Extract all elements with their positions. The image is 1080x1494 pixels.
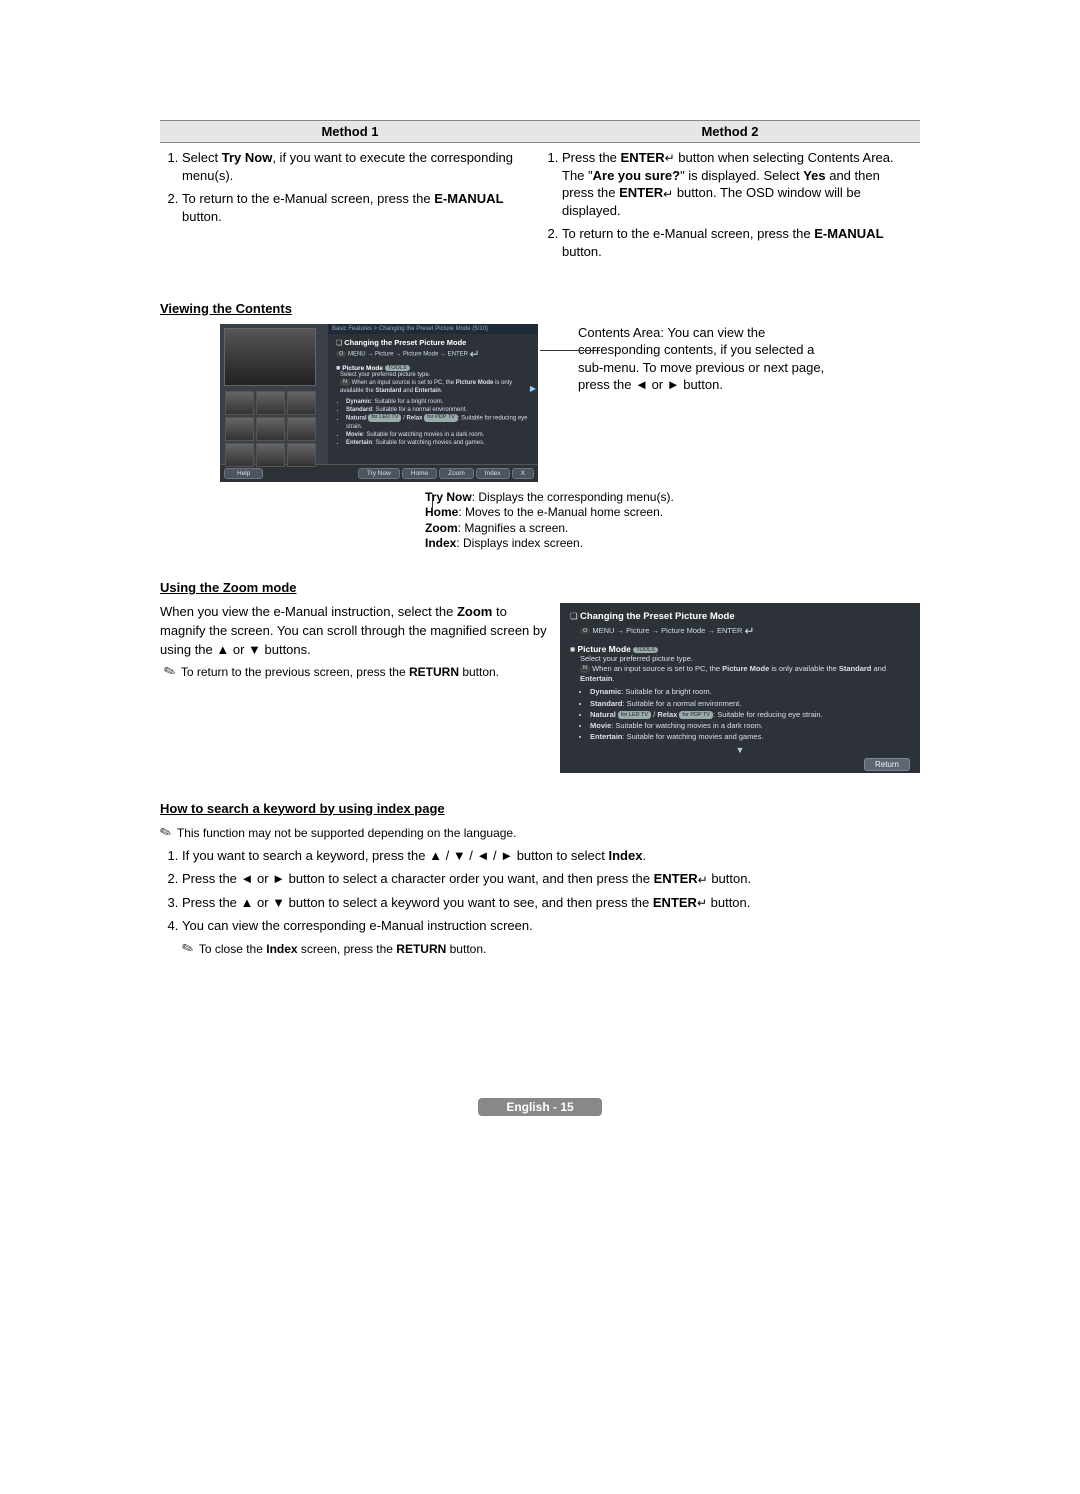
enter-icon: ↵: [663, 186, 673, 202]
method1-step1: Select Try Now, if you want to execute t…: [182, 149, 532, 184]
enter-icon: ↵: [698, 872, 708, 888]
zoom-illustration: ❏ Changing the Preset Picture Mode O MEN…: [560, 603, 920, 773]
index-step4: You can view the corresponding e-Manual …: [182, 917, 920, 957]
tools-badge: TOOLS: [633, 647, 658, 653]
content-bullets: Dynamic: Suitable for a bright room. Sta…: [336, 398, 530, 447]
sidebar-thumb: [287, 443, 316, 467]
method2-header: Method 2: [540, 121, 920, 142]
sidebar-thumb: [287, 391, 316, 415]
zoom-select: Select your preferred picture type.: [580, 654, 910, 664]
sidebar-thumb: [287, 417, 316, 441]
index-step2: Press the ◄ or ► button to select a char…: [182, 870, 920, 888]
close-button[interactable]: X: [512, 468, 534, 479]
note-icon: ✎: [179, 937, 196, 959]
zoom-note-inner: N When an input source is set to PC, the…: [580, 664, 910, 684]
emanual-illustration: Basic Features > Changing the Preset Pic…: [220, 324, 538, 482]
zoom-heading: Using the Zoom mode: [160, 580, 920, 595]
method1-step2: To return to the e-Manual screen, press …: [182, 190, 532, 225]
note-icon: ✎: [157, 822, 174, 842]
content-note: N When an input source is set to PC, the…: [340, 379, 530, 396]
zoom-title: Changing the Preset Picture Mode: [580, 611, 735, 622]
index-support-note: ✎ This function may not be supported dep…: [160, 824, 920, 841]
index-button[interactable]: Index: [476, 468, 510, 479]
zoom-pm: Picture Mode: [578, 644, 631, 654]
breadcrumb: Basic Features > Changing the Preset Pic…: [328, 324, 538, 334]
note-icon: ✎: [161, 662, 178, 682]
sidebar-thumb: [256, 391, 285, 415]
method2-step2: To return to the e-Manual screen, press …: [562, 225, 912, 260]
next-page-arrow-icon[interactable]: ▶: [530, 384, 536, 393]
sidebar-thumb: [225, 417, 254, 441]
home-button[interactable]: Home: [402, 468, 437, 479]
emanual-sidebar: [220, 324, 328, 464]
method2-col: Press the ENTER↵ button when selecting C…: [540, 143, 920, 273]
index-step1: If you want to search a keyword, press t…: [182, 847, 920, 865]
footer-buttons-callout: Try Now: Displays the corresponding menu…: [425, 490, 705, 552]
return-button[interactable]: Return: [864, 758, 910, 771]
picture-mode-title: Picture Mode: [342, 365, 383, 372]
method1-col: Select Try Now, if you want to execute t…: [160, 143, 540, 273]
trynow-button[interactable]: Try Now: [358, 468, 400, 479]
enter-icon: ↵: [697, 895, 707, 911]
tools-badge: TOOLS: [385, 365, 410, 371]
method2-step1: Press the ENTER↵ button when selecting C…: [562, 149, 912, 219]
methods-body: Select Try Now, if you want to execute t…: [160, 143, 920, 273]
zoom-paragraph: When you view the e-Manual instruction, …: [160, 603, 548, 660]
method-header: Method 1 Method 2: [160, 120, 920, 143]
contents-area-callout: Contents Area: You can view the correspo…: [578, 324, 828, 394]
viewing-heading: Viewing the Contents: [160, 301, 920, 316]
sidebar-thumb: [225, 391, 254, 415]
page-number: English - 15: [478, 1098, 601, 1116]
content-title: Changing the Preset Picture Mode: [344, 338, 466, 347]
method1-header: Method 1: [160, 121, 540, 142]
index-heading: How to search a keyword by using index p…: [160, 801, 920, 816]
sidebar-thumb: [225, 443, 254, 467]
enter-icon: ↵: [665, 150, 675, 166]
page-footer: English - 15: [160, 1098, 920, 1116]
index-step3: Press the ▲ or ▼ button to select a keyw…: [182, 894, 920, 912]
help-button[interactable]: Help: [224, 468, 263, 479]
index-steps: If you want to search a keyword, press t…: [160, 847, 920, 958]
emanual-content-area: Basic Features > Changing the Preset Pic…: [328, 324, 538, 464]
zoom-path: O MENU → Picture → Picture Mode → ENTER …: [580, 624, 910, 638]
content-select: Select your preferred picture type.: [340, 372, 530, 380]
zoom-bullets: Dynamic: Suitable for a bright room. Sta…: [570, 686, 910, 742]
sidebar-thumb: [256, 417, 285, 441]
sidebar-thumb: [224, 328, 316, 386]
sidebar-thumb: [256, 443, 285, 467]
zoom-button[interactable]: Zoom: [439, 468, 474, 479]
scroll-down-icon[interactable]: ▼: [570, 745, 910, 755]
zoom-note: ✎ To return to the previous screen, pres…: [160, 663, 548, 680]
content-path: O MENU → Picture → Picture Mode → ENTER …: [336, 347, 530, 361]
